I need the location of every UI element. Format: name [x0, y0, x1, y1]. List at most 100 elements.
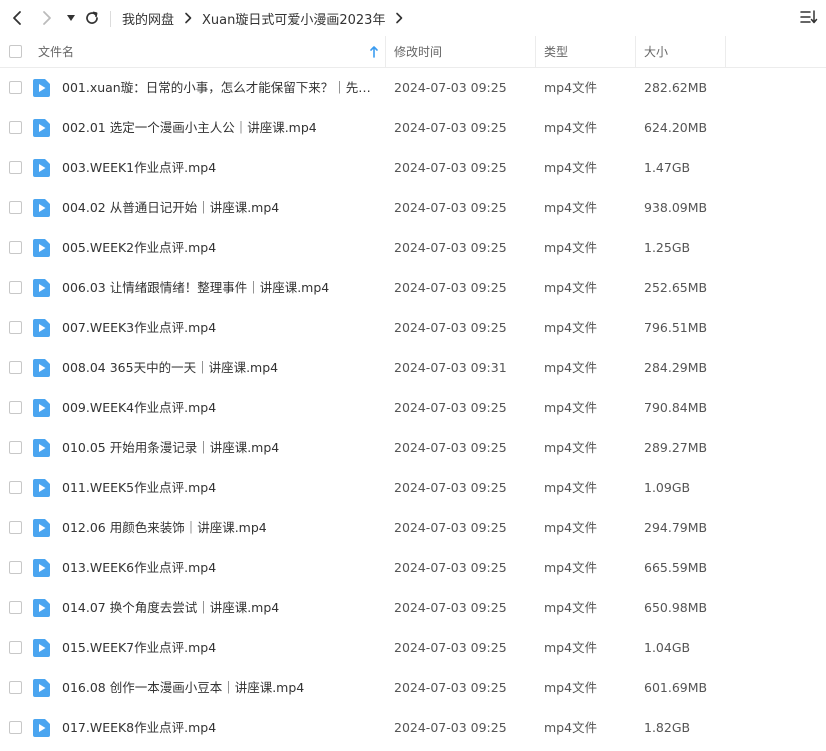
toolbar-divider	[110, 11, 111, 27]
file-name[interactable]: 008.04 365天中的一天｜讲座课.mp4	[62, 348, 380, 388]
file-name[interactable]: 003.WEEK1作业点评.mp4	[62, 148, 380, 188]
chevron-right-icon	[184, 12, 192, 24]
file-name[interactable]: 009.WEEK4作业点评.mp4	[62, 388, 380, 428]
file-name[interactable]: 013.WEEK6作业点评.mp4	[62, 548, 380, 588]
file-type: mp4文件	[544, 200, 598, 215]
video-file-icon	[33, 479, 50, 497]
file-type: mp4文件	[544, 440, 598, 455]
file-row[interactable]: 001.xuan璇：日常的小事，怎么才能保留下来？｜先导篇.mp4 2024-07…	[0, 68, 826, 108]
file-name[interactable]: 005.WEEK2作业点评.mp4	[62, 228, 380, 268]
row-checkbox[interactable]	[9, 81, 22, 94]
row-checkbox[interactable]	[9, 641, 22, 654]
file-row[interactable]: 004.02 从普通日记开始｜讲座课.mp4 2024-07-03 09:25 mp…	[0, 188, 826, 228]
file-name[interactable]: 015.WEEK7作业点评.mp4	[62, 628, 380, 668]
file-size: 624.20MB	[644, 120, 708, 135]
video-file-icon	[33, 159, 50, 177]
file-row[interactable]: 005.WEEK2作业点评.mp4 2024-07-03 09:25 mp4文件 1.…	[0, 228, 826, 268]
column-header-type[interactable]: 类型	[536, 36, 636, 68]
file-size: 1.47GB	[644, 160, 691, 175]
row-checkbox[interactable]	[9, 681, 22, 694]
file-row[interactable]: 012.06 用颜色来装饰｜讲座课.mp4 2024-07-03 09:25 mp4…	[0, 508, 826, 548]
column-header-name[interactable]: 文件名	[0, 36, 386, 68]
file-modified-time: 2024-07-03 09:25	[394, 280, 507, 295]
file-size: 1.04GB	[644, 640, 691, 655]
file-row[interactable]: 016.08 创作一本漫画小豆本｜讲座课.mp4 2024-07-03 09:25…	[0, 668, 826, 708]
file-size: 289.27MB	[644, 440, 708, 455]
sort-order-icon[interactable]	[800, 9, 818, 29]
file-type: mp4文件	[544, 480, 598, 495]
row-checkbox[interactable]	[9, 361, 22, 374]
row-checkbox[interactable]	[9, 561, 22, 574]
file-name[interactable]: 007.WEEK3作业点评.mp4	[62, 308, 380, 348]
file-row[interactable]: 013.WEEK6作业点评.mp4 2024-07-03 09:25 mp4文件 66…	[0, 548, 826, 588]
row-checkbox[interactable]	[9, 241, 22, 254]
file-name[interactable]: 014.07 换个角度去尝试｜讲座课.mp4	[62, 588, 380, 628]
file-row[interactable]: 007.WEEK3作业点评.mp4 2024-07-03 09:25 mp4文件 79…	[0, 308, 826, 348]
file-row[interactable]: 011.WEEK5作业点评.mp4 2024-07-03 09:25 mp4文件 1.…	[0, 468, 826, 508]
file-row[interactable]: 014.07 换个角度去尝试｜讲座课.mp4 2024-07-03 09:25 mp…	[0, 588, 826, 628]
file-modified-time: 2024-07-03 09:25	[394, 600, 507, 615]
video-file-icon	[33, 239, 50, 257]
row-checkbox[interactable]	[9, 721, 22, 734]
row-checkbox[interactable]	[9, 201, 22, 214]
video-file-icon	[33, 399, 50, 417]
chevron-right-icon[interactable]	[38, 8, 56, 28]
file-name[interactable]: 001.xuan璇：日常的小事，怎么才能保留下来？｜先导篇.mp4	[62, 68, 380, 108]
refresh-icon[interactable]	[82, 8, 102, 28]
file-size: 790.84MB	[644, 400, 708, 415]
file-row[interactable]: 017.WEEK8作业点评.mp4 2024-07-03 09:25 mp4文件 1.…	[0, 708, 826, 748]
file-name[interactable]: 002.01 选定一个漫画小主人公｜讲座课.mp4	[62, 108, 380, 148]
file-modified-time: 2024-07-03 09:31	[394, 360, 507, 375]
file-name[interactable]: 017.WEEK8作业点评.mp4	[62, 708, 380, 748]
file-name[interactable]: 006.03 让情绪跟情绪！整理事件｜讲座课.mp4	[62, 268, 380, 308]
file-name[interactable]: 011.WEEK5作业点评.mp4	[62, 468, 380, 508]
breadcrumb-item-root[interactable]: 我的网盘	[122, 9, 174, 28]
file-size: 282.62MB	[644, 80, 708, 95]
column-header-type-label: 类型	[544, 45, 569, 59]
file-row[interactable]: 008.04 365天中的一天｜讲座课.mp4 2024-07-03 09:31 m…	[0, 348, 826, 388]
row-checkbox[interactable]	[9, 281, 22, 294]
file-row[interactable]: 009.WEEK4作业点评.mp4 2024-07-03 09:25 mp4文件 79…	[0, 388, 826, 428]
breadcrumb-item-folder[interactable]: Xuan璇日式可爱小漫画2023年	[202, 9, 385, 28]
video-file-icon	[33, 119, 50, 137]
row-checkbox[interactable]	[9, 521, 22, 534]
file-modified-time: 2024-07-03 09:25	[394, 160, 507, 175]
file-size: 252.65MB	[644, 280, 708, 295]
video-file-icon	[33, 279, 50, 297]
file-name[interactable]: 010.05 开始用条漫记录｜讲座课.mp4	[62, 428, 380, 468]
file-size: 665.59MB	[644, 560, 708, 575]
file-name[interactable]: 016.08 创作一本漫画小豆本｜讲座课.mp4	[62, 668, 380, 708]
file-modified-time: 2024-07-03 09:25	[394, 80, 507, 95]
video-file-icon	[33, 559, 50, 577]
file-name[interactable]: 004.02 从普通日记开始｜讲座课.mp4	[62, 188, 380, 228]
file-row[interactable]: 003.WEEK1作业点评.mp4 2024-07-03 09:25 mp4文件 1.…	[0, 148, 826, 188]
file-size: 1.82GB	[644, 720, 691, 735]
file-type: mp4文件	[544, 720, 598, 735]
file-size: 294.79MB	[644, 520, 708, 535]
file-row[interactable]: 002.01 选定一个漫画小主人公｜讲座课.mp4 2024-07-03 09:2…	[0, 108, 826, 148]
breadcrumb: 我的网盘 Xuan璇日式可爱小漫画2023年	[122, 9, 413, 28]
file-type: mp4文件	[544, 360, 598, 375]
caret-down-icon[interactable]	[64, 8, 78, 28]
row-checkbox[interactable]	[9, 321, 22, 334]
column-header-size[interactable]: 大小	[636, 36, 726, 68]
file-modified-time: 2024-07-03 09:25	[394, 240, 507, 255]
file-name[interactable]: 012.06 用颜色来装饰｜讲座课.mp4	[62, 508, 380, 548]
chevron-right-icon[interactable]	[395, 12, 403, 24]
file-row[interactable]: 006.03 让情绪跟情绪！整理事件｜讲座课.mp4 2024-07-03 09:…	[0, 268, 826, 308]
column-header-name-label: 文件名	[38, 45, 75, 59]
column-header-modified[interactable]: 修改时间	[386, 36, 536, 68]
row-checkbox[interactable]	[9, 121, 22, 134]
row-checkbox[interactable]	[9, 441, 22, 454]
row-checkbox[interactable]	[9, 601, 22, 614]
file-size: 938.09MB	[644, 200, 708, 215]
file-list-header: 文件名 修改时间 类型 大小	[0, 36, 826, 68]
row-checkbox[interactable]	[9, 161, 22, 174]
file-type: mp4文件	[544, 520, 598, 535]
file-row[interactable]: 010.05 开始用条漫记录｜讲座课.mp4 2024-07-03 09:25 mp…	[0, 428, 826, 468]
file-row[interactable]: 015.WEEK7作业点评.mp4 2024-07-03 09:25 mp4文件 1.…	[0, 628, 826, 668]
file-size: 796.51MB	[644, 320, 708, 335]
row-checkbox[interactable]	[9, 401, 22, 414]
row-checkbox[interactable]	[9, 481, 22, 494]
chevron-left-icon[interactable]	[8, 8, 26, 28]
